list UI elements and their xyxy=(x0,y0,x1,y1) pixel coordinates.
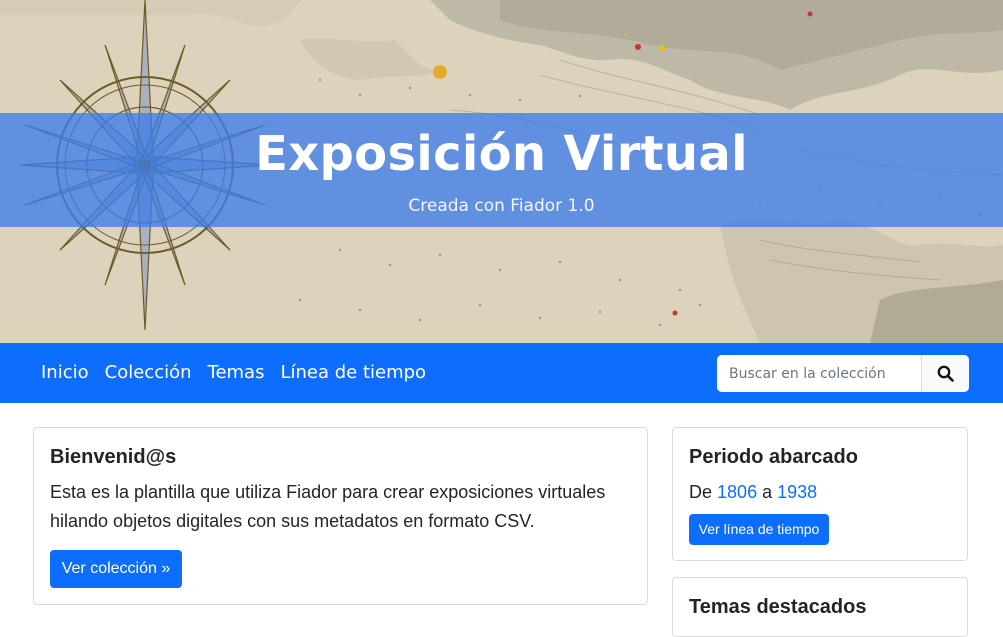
search-icon xyxy=(937,365,954,382)
search-input[interactable] xyxy=(717,355,922,392)
search-button[interactable] xyxy=(922,355,969,392)
view-timeline-button[interactable]: Ver línea de tiempo xyxy=(689,514,829,545)
welcome-text-line-2: hilando objetos digitales con sus metada… xyxy=(50,511,535,531)
nav-links: Inicio Colección Temas Línea de tiempo xyxy=(33,343,434,403)
welcome-card: Bienvenid@s Esta es la plantilla que uti… xyxy=(33,427,648,605)
period-prefix: De xyxy=(689,482,713,502)
period-end-year-link[interactable]: 1938 xyxy=(777,482,817,502)
period-range: De 1806 a 1938 xyxy=(689,478,817,507)
period-start-year-link[interactable]: 1806 xyxy=(717,482,757,502)
search-form xyxy=(717,355,969,392)
page-title: Exposición Virtual xyxy=(255,126,748,182)
view-collection-button[interactable]: Ver colección » xyxy=(50,550,182,588)
nav-link-inicio[interactable]: Inicio xyxy=(33,343,97,403)
period-card: Periodo abarcado De 1806 a 1938 Ver líne… xyxy=(672,427,968,561)
hero-banner: Exposición Virtual Creada con Fiador 1.0 xyxy=(0,0,1003,343)
period-connector: a xyxy=(762,482,773,502)
nav-link-temas[interactable]: Temas xyxy=(200,343,273,403)
welcome-text-line-1: Esta es la plantilla que utiliza Fiador … xyxy=(50,482,606,502)
welcome-title: Bienvenid@s xyxy=(50,446,177,468)
period-title: Periodo abarcado xyxy=(689,446,858,468)
nav-link-linea-de-tiempo[interactable]: Línea de tiempo xyxy=(272,343,434,403)
themes-title: Temas destacados xyxy=(689,596,867,618)
themes-card: Temas destacados xyxy=(672,577,968,637)
nav-link-coleccion[interactable]: Colección xyxy=(97,343,200,403)
page-subtitle: Creada con Fiador 1.0 xyxy=(408,196,595,216)
